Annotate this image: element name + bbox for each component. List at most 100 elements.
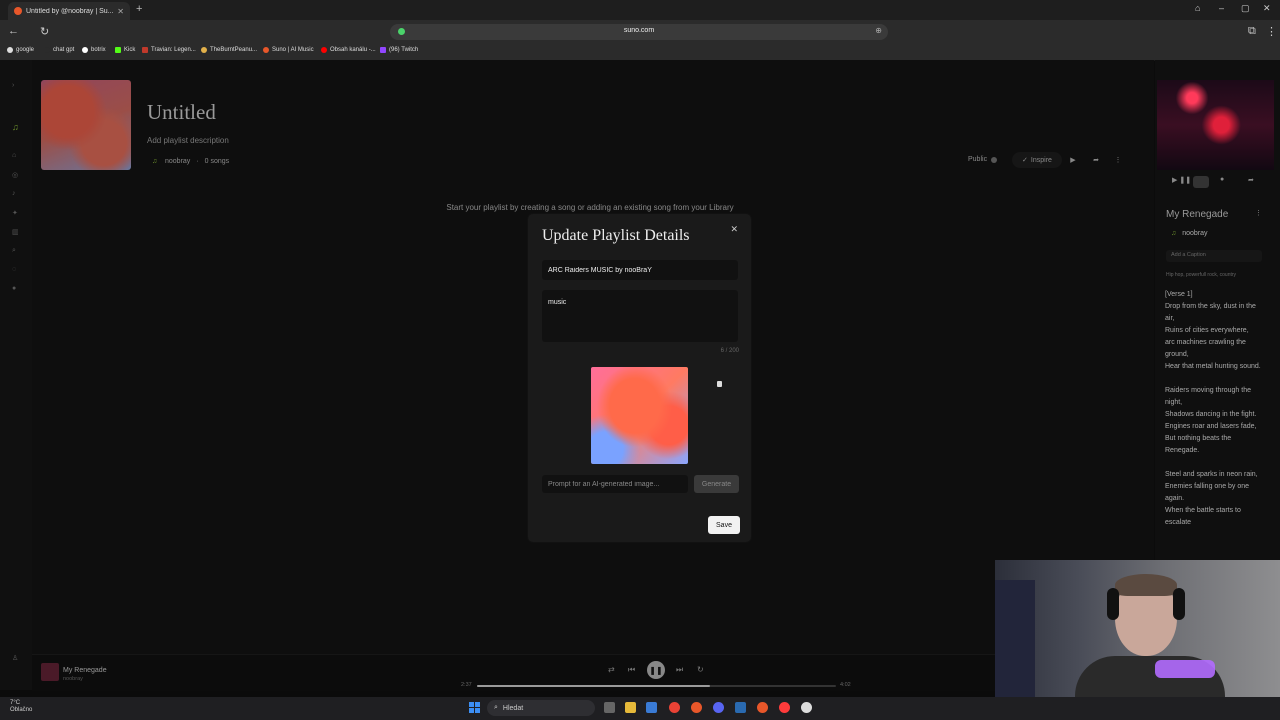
song-cover-art[interactable] [1157,80,1274,170]
brave-icon[interactable] [691,702,702,713]
create-nav-icon[interactable]: ♪ [12,190,16,197]
player-song-title[interactable]: My Renegade [63,667,107,674]
app-red-icon[interactable] [779,702,790,713]
weather-widget[interactable]: 7°C Oblačno [10,700,32,714]
close-icon[interactable]: ✕ [730,224,738,235]
bookmark-botrix[interactable]: botrix [82,47,106,53]
bookmark-theburntpeanut[interactable]: TheBurntPeanu... [201,47,257,53]
store-icon[interactable] [646,702,657,713]
share-song-icon[interactable]: ➦ [1248,176,1254,184]
public-toggle[interactable]: Public [968,156,998,163]
bookmark-kick[interactable]: Kick [115,47,135,53]
notifications-nav-icon[interactable]: ◌ [12,266,16,273]
search-nav-icon[interactable]: ⌕ [12,247,16,255]
windows-start-icon[interactable] [469,702,480,713]
bookmark-twitch[interactable]: (96) Twitch [380,47,418,53]
taskbar-search[interactable]: ⌕ Hledat [487,700,595,716]
artist-logo-icon: ♫ [1171,230,1177,237]
tab-title: Untitled by @noobray | Su... [26,7,114,15]
song-lyrics: [Verse 1] Drop from the sky, dust in the… [1165,291,1261,526]
close-window-icon[interactable]: ✕ [1263,3,1271,14]
playlist-meta: ♫ noobray · 0 songs [152,158,229,165]
playlist-cover-preview[interactable] [591,367,688,464]
reload-icon[interactable]: ↻ [40,25,49,38]
bookmarks-bar: google chat gpt botrix Kick Travian: Leg… [0,44,1280,61]
home-icon[interactable]: ⌂ [1195,3,1200,13]
inspire-label: Inspire [1030,156,1052,164]
shuffle-icon[interactable]: ⇄ [608,665,615,674]
webcam-overlay [995,560,1280,720]
song-artist[interactable]: ♫ noobray [1171,230,1208,237]
bookmark-google[interactable]: google [7,47,34,53]
minimize-icon[interactable]: – [1219,3,1224,13]
library-nav-icon[interactable]: ▥ [12,228,19,236]
file-explorer-icon[interactable] [625,702,636,713]
like-toggle[interactable] [1193,176,1209,188]
search-label: Hledat [502,704,524,712]
address-bar[interactable]: suno.com ⊕ [390,24,888,40]
discord-icon[interactable] [713,702,724,713]
search-icon: ⌕ [494,704,498,711]
browser-tab[interactable]: Untitled by @noobray | Su... ✕ [8,2,130,20]
playlist-owner[interactable]: noobray [165,158,190,165]
peanut-icon [201,47,207,53]
player-thumbnail[interactable] [41,663,59,681]
bookmark-travian[interactable]: Travian: Legen... [142,47,196,53]
playlist-title[interactable]: Untitled [147,100,216,125]
share-icon[interactable]: ➦ [1089,153,1103,167]
windows-taskbar [0,697,1280,720]
play-pause-icon[interactable]: ▶ ❚❚ [1172,176,1191,184]
bookmark-chatgpt[interactable]: chat gpt [44,47,74,53]
play-icon[interactable]: ▶ [1066,153,1080,167]
explore-nav-icon[interactable]: ◎ [12,171,18,179]
suno-logo-icon[interactable]: ♫ [12,122,19,132]
new-tab-icon[interactable]: + [136,3,142,15]
profile-nav-icon[interactable]: ♙ [12,654,18,662]
steam-icon[interactable] [735,702,746,713]
inspire-button[interactable]: ✓ Inspire [1012,152,1062,168]
player-artist[interactable]: noobray [63,676,83,682]
add-caption-input[interactable]: Add a Caption [1166,250,1262,262]
inspire-icon: ✓ [1022,157,1028,164]
bookmark-youtube[interactable]: Obsah kanálu -... [321,47,376,53]
bookmark-suno[interactable]: Suno | AI Music [263,47,314,53]
playlist-description[interactable]: Add playlist description [147,136,229,145]
bell-nav-icon[interactable]: ● [12,285,16,292]
playlist-description-textarea[interactable]: music [542,290,738,342]
menu-icon[interactable]: ⋮ [1266,25,1277,38]
install-app-icon[interactable]: ⊕ [875,26,882,35]
microphone-icon [1155,660,1215,678]
back-icon[interactable]: ← [8,25,19,37]
app-orange-icon[interactable] [757,702,768,713]
chrome-icon[interactable] [669,702,680,713]
elapsed-time: 2:37 [461,682,472,688]
browser-tab-bar: Untitled by @noobray | Su... ✕ + ⌂ – ▢ ✕ [0,0,1280,20]
task-view-icon[interactable] [604,702,615,713]
extensions-icon[interactable]: ⧉ [1248,25,1256,38]
pause-button[interactable]: ❚❚ [647,661,665,679]
playlist-cover[interactable] [41,80,131,170]
travian-icon [142,47,148,53]
generate-button[interactable]: Generate [694,475,739,493]
progress-fill [477,685,711,687]
previous-icon[interactable]: ⏮ [628,665,635,675]
progress-slider[interactable] [477,685,836,687]
botrix-icon [82,47,88,53]
dislike-icon[interactable]: ● [1220,176,1224,183]
image-prompt-input[interactable] [542,475,688,493]
artist-name: noobray [1182,230,1208,237]
home-nav-icon[interactable]: ⌂ [12,152,16,159]
next-icon[interactable]: ⏭ [676,665,683,675]
trash-icon[interactable] [717,381,722,387]
expand-sidebar-icon[interactable]: › [12,82,14,89]
playlist-name-input[interactable] [542,260,738,280]
save-button[interactable]: Save [708,516,740,534]
more-options-icon[interactable]: ⋮ [1111,153,1125,167]
repeat-icon[interactable]: ↻ [697,665,704,674]
app-white-icon[interactable] [801,702,812,713]
maximize-icon[interactable]: ▢ [1241,3,1250,14]
song-title[interactable]: My Renegade [1166,209,1228,220]
close-tab-icon[interactable]: ✕ [117,7,124,16]
song-menu-icon[interactable]: ⋮ [1255,209,1262,217]
suno-favicon-icon [14,7,22,15]
